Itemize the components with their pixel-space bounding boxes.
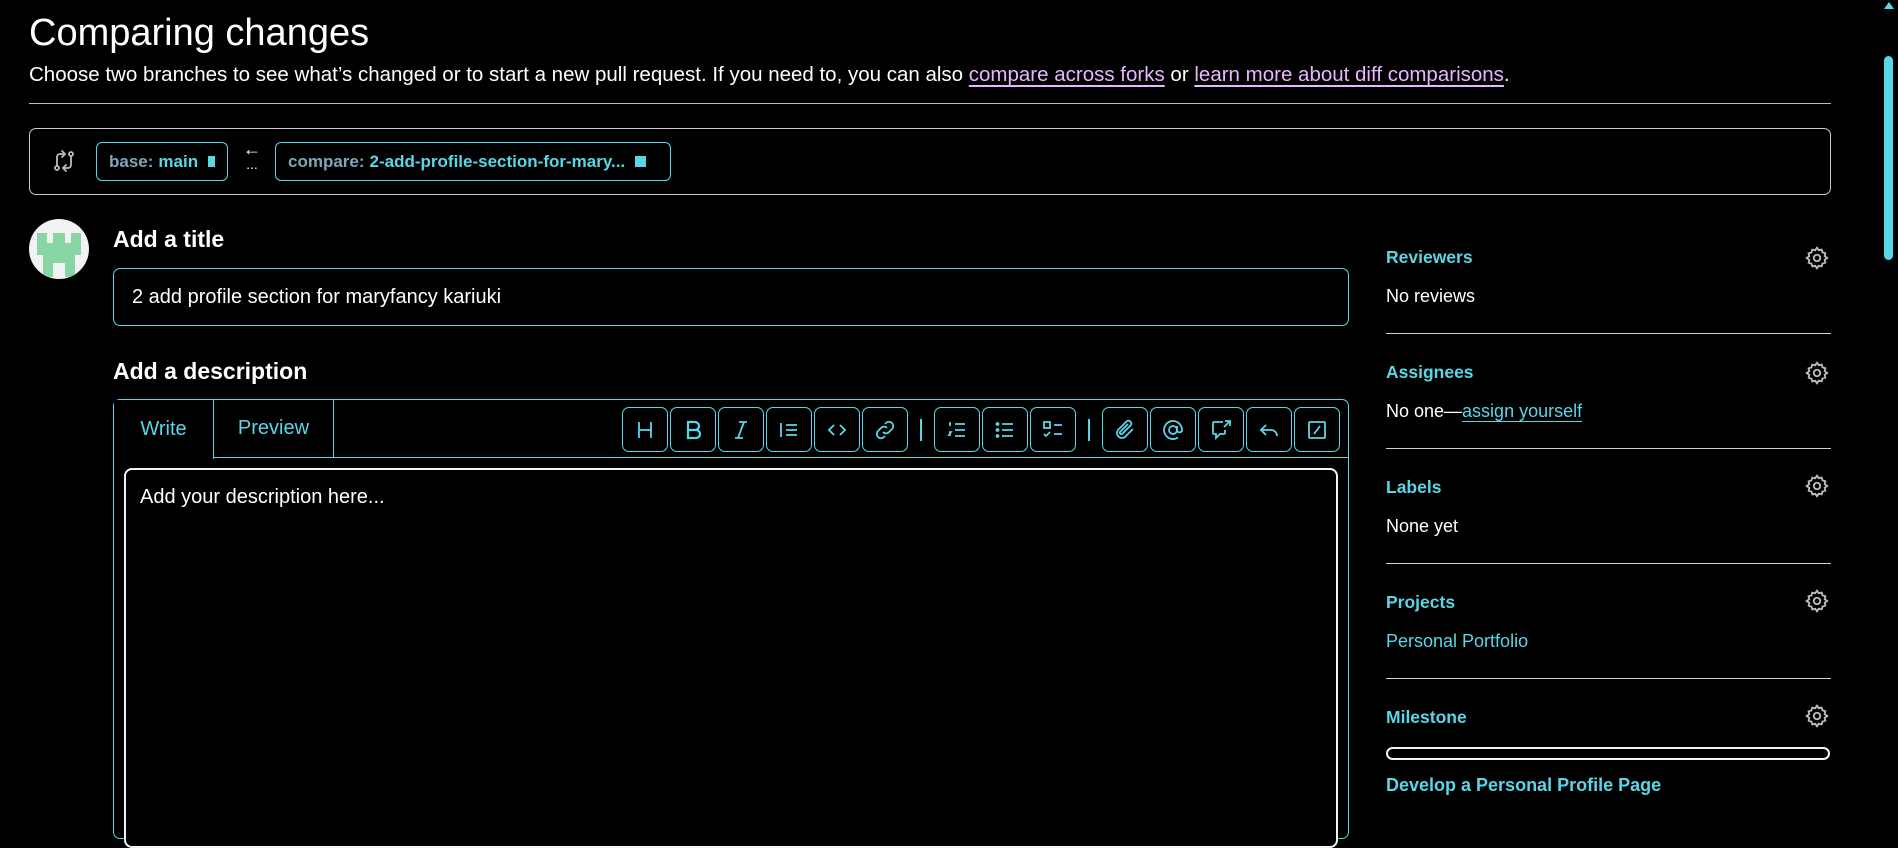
title-heading: Add a title [113, 226, 225, 252]
compare-across-forks-link[interactable]: compare across forks [969, 63, 1165, 86]
base-dropdown-icon [208, 156, 215, 167]
toolbar-separator [920, 419, 922, 441]
cross-reference-icon[interactable] [1198, 407, 1244, 452]
milestone-label[interactable]: Milestone [1386, 707, 1467, 728]
toolbar-separator [1088, 419, 1090, 441]
unordered-list-icon[interactable] [982, 407, 1028, 452]
scrollbar-thumb[interactable] [1884, 56, 1893, 260]
sidebar-divider [1386, 333, 1831, 334]
learn-diff-comparisons-link[interactable]: learn more about diff comparisons [1194, 63, 1504, 86]
milestone-gear-icon[interactable] [1804, 703, 1830, 729]
tab-preview[interactable]: Preview [214, 400, 334, 458]
task-list-icon[interactable] [1030, 407, 1076, 452]
sidebar-divider [1386, 563, 1831, 564]
description-textarea[interactable] [124, 468, 1338, 848]
base-prefix: base: [109, 151, 154, 171]
subtitle-text: Choose two branches to see what’s change… [29, 63, 969, 86]
range-dots: ... [246, 156, 258, 172]
link-icon[interactable] [862, 407, 908, 452]
compare-dropdown-icon [635, 156, 647, 167]
assign-yourself-link[interactable]: assign yourself [1462, 401, 1582, 421]
slash-commands-icon[interactable] [1294, 407, 1340, 452]
description-heading: Add a description [113, 358, 308, 384]
attach-icon[interactable] [1102, 407, 1148, 452]
compare-branch-name: 2-add-profile-section-for-mary... [369, 151, 626, 171]
branch-range-box: base: main ← ... compare: 2-add-profile-… [29, 128, 1831, 195]
sidebar-divider [1386, 448, 1831, 449]
assignees-none-text: No one— [1386, 401, 1463, 421]
labels-gear-icon[interactable] [1804, 473, 1830, 499]
scroll-up-icon[interactable] [1884, 2, 1894, 9]
ordered-list-icon[interactable] [934, 407, 980, 452]
avatar[interactable] [29, 219, 89, 279]
reviewers-label[interactable]: Reviewers [1386, 247, 1473, 268]
page-subtitle: Choose two branches to see what’s change… [29, 63, 1510, 87]
heading-icon[interactable] [622, 407, 668, 452]
range-direction: ← ... [242, 139, 262, 172]
milestone-progress-bar [1386, 747, 1830, 760]
code-icon[interactable] [814, 407, 860, 452]
assignees-value: No one—assign yourself [1386, 401, 1582, 422]
base-branch-name: main [158, 151, 199, 171]
reviewers-value: No reviews [1386, 286, 1476, 306]
subtitle-or: or [1164, 63, 1195, 86]
project-personal-portfolio-link[interactable]: Personal Portfolio [1386, 631, 1528, 652]
projects-gear-icon[interactable] [1804, 588, 1830, 614]
compare-arrows-icon [52, 149, 76, 173]
compare-prefix: compare: [288, 151, 365, 171]
description-editor: Write Preview [113, 399, 1349, 848]
base-branch-button[interactable]: base: main [96, 142, 228, 181]
header-divider [29, 103, 1831, 104]
quote-icon[interactable] [766, 407, 812, 452]
milestone-title-link[interactable]: Develop a Personal Profile Page [1386, 775, 1661, 796]
assignees-gear-icon[interactable] [1804, 360, 1830, 386]
labels-label[interactable]: Labels [1386, 477, 1441, 498]
bold-icon[interactable] [670, 407, 716, 452]
tab-write[interactable]: Write [114, 400, 214, 459]
sidebar-divider [1386, 678, 1831, 679]
assignees-label[interactable]: Assignees [1386, 362, 1474, 383]
reviewers-gear-icon[interactable] [1804, 245, 1830, 271]
compare-branch-button[interactable]: compare: 2-add-profile-section-for-mary.… [275, 142, 671, 181]
mention-icon[interactable] [1150, 407, 1196, 452]
left-arrow-icon: ← [243, 139, 261, 159]
italic-icon[interactable] [718, 407, 764, 452]
projects-label[interactable]: Projects [1386, 592, 1455, 613]
reply-icon[interactable] [1246, 407, 1292, 452]
title-input[interactable] [113, 268, 1349, 326]
subtitle-end: . [1503, 63, 1510, 86]
labels-value: None yet [1386, 516, 1459, 536]
page-title: Comparing changes [29, 12, 370, 54]
